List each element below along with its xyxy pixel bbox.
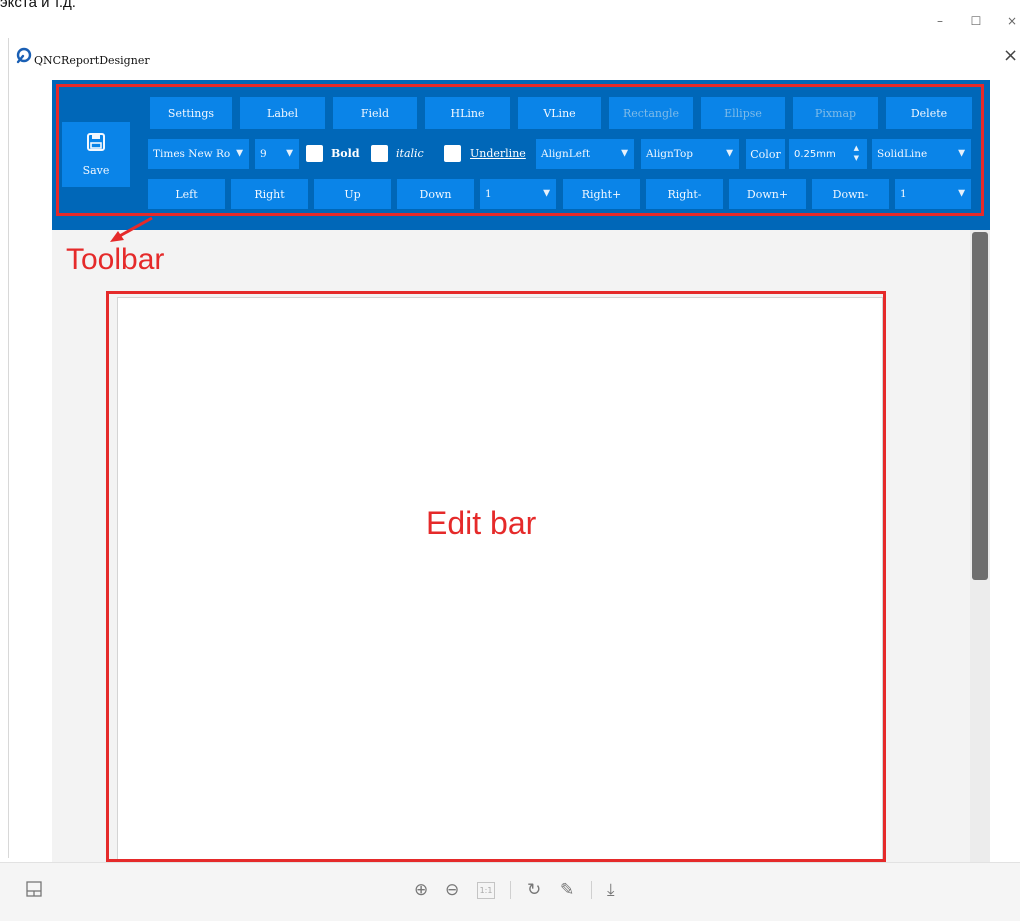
divider bbox=[510, 881, 511, 899]
divider bbox=[591, 881, 592, 899]
layout-icon[interactable] bbox=[26, 881, 42, 902]
app-title: QNCReportDesigner bbox=[34, 54, 150, 67]
download-icon[interactable]: ⤓ bbox=[607, 880, 615, 900]
scrollbar-thumb[interactable] bbox=[972, 232, 988, 580]
close-icon[interactable]: × bbox=[1003, 47, 1018, 65]
rotate-icon[interactable]: ↻ bbox=[527, 880, 541, 900]
zoom-out-icon[interactable]: ⊖ bbox=[445, 880, 459, 900]
edit-icon[interactable]: ✎ bbox=[560, 880, 574, 900]
minimize-button[interactable]: – bbox=[930, 14, 950, 28]
maximize-button[interactable]: ☐ bbox=[966, 14, 986, 28]
window-close-button[interactable]: × bbox=[1002, 14, 1020, 28]
toolbar-annotation-box bbox=[56, 84, 984, 216]
actual-size-icon[interactable]: 1:1 bbox=[477, 882, 495, 899]
app-logo-icon bbox=[14, 47, 32, 65]
zoom-in-icon[interactable]: ⊕ bbox=[414, 880, 428, 900]
edit-bar-annotation-label: Edit bar bbox=[426, 505, 537, 541]
edit-bar-annotation-box bbox=[106, 291, 886, 862]
page-text-fragment: экста и т.д. bbox=[0, 0, 76, 11]
toolbar-annotation-label: Toolbar bbox=[66, 243, 165, 276]
